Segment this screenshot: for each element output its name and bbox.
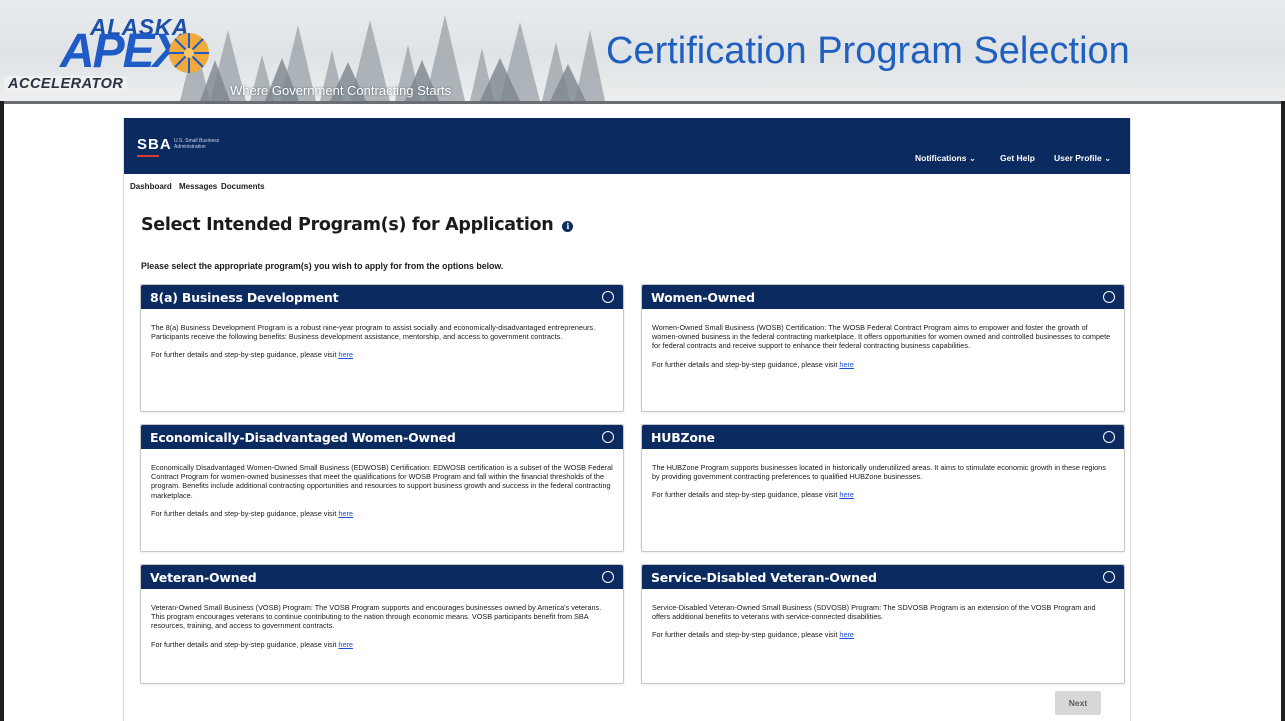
nav-documents[interactable]: Documents	[221, 182, 265, 191]
card-header: 8(a) Business Development	[141, 285, 623, 309]
program-card-wosb[interactable]: Women-Owned Women-Owned Small Business (…	[641, 284, 1125, 412]
card-description: Service-Disabled Veteran-Owned Small Bus…	[652, 603, 1096, 622]
card-description: The 8(a) Business Development Program is…	[151, 323, 596, 342]
user-profile-menu[interactable]: User Profile ⌄	[1054, 153, 1111, 164]
card-body: The 8(a) Business Development Program is…	[141, 309, 623, 359]
card-body: Economically Disadvantaged Women-Owned S…	[141, 449, 623, 518]
alaska-apex-accelerator-logo: ALASKA APEX ACCELERATOR	[0, 0, 215, 101]
page-heading: Select Intended Program(s) for Applicati…	[141, 215, 574, 235]
instructions-text: Please select the appropriate program(s)…	[141, 261, 504, 271]
card-link-line: For further details and step-by-step gui…	[151, 509, 613, 518]
here-link[interactable]: here	[338, 350, 353, 359]
link-prefix: For further details and step-by-step gui…	[151, 350, 337, 360]
sba-certify-screenshot: SBA U.S. Small Business Administration N…	[123, 118, 1131, 721]
nav-dashboard[interactable]: Dashboard	[130, 182, 172, 191]
frame-right-border	[1281, 101, 1285, 721]
card-title: Service-Disabled Veteran-Owned	[651, 570, 877, 585]
card-body: The HUBZone Program supports businesses …	[642, 449, 1124, 499]
card-title: Veteran-Owned	[150, 570, 257, 585]
banner-divider	[0, 101, 1285, 104]
card-body: Service-Disabled Veteran-Owned Small Bus…	[642, 589, 1124, 639]
card-link-line: For further details and step-by-step gui…	[652, 630, 1114, 639]
card-link-line: For further details and step-by-step gui…	[652, 490, 1114, 499]
program-radio-sdvosb[interactable]	[1103, 571, 1115, 583]
next-button[interactable]: Next	[1055, 691, 1101, 715]
card-body: Veteran-Owned Small Business (VOSB) Prog…	[141, 589, 623, 649]
program-radio-hubzone[interactable]	[1103, 431, 1115, 443]
sba-agency-name: U.S. Small Business Administration	[174, 138, 220, 150]
card-description: Women-Owned Small Business (WOSB) Certif…	[652, 323, 1111, 351]
slide-title: Certification Program Selection	[606, 30, 1130, 72]
card-description: The HUBZone Program supports businesses …	[652, 463, 1106, 482]
card-header: Women-Owned	[642, 285, 1124, 309]
card-description: Economically Disadvantaged Women-Owned S…	[151, 463, 613, 500]
program-card-sdvosb[interactable]: Service-Disabled Veteran-Owned Service-D…	[641, 564, 1125, 684]
get-help-link[interactable]: Get Help	[1000, 153, 1035, 163]
here-link[interactable]: here	[839, 360, 854, 369]
nav-messages[interactable]: Messages	[179, 182, 217, 191]
logo-accelerator-text: ACCELERATOR	[4, 76, 128, 92]
card-link-line: For further details and step-by-step gui…	[652, 360, 1114, 369]
program-radio-wosb[interactable]	[1103, 291, 1115, 303]
slide-tagline: Where Government Contracting Starts	[230, 83, 452, 98]
card-description: Veteran-Owned Small Business (VOSB) Prog…	[151, 603, 602, 631]
program-radio-vosb[interactable]	[602, 571, 614, 583]
card-header: Economically-Disadvantaged Women-Owned	[141, 425, 623, 449]
sba-header: SBA U.S. Small Business Administration N…	[124, 118, 1130, 174]
link-prefix: For further details and step-by-step gui…	[652, 490, 838, 500]
card-link-line: For further details and step-by-step gui…	[151, 640, 613, 649]
card-title: HUBZone	[651, 430, 715, 445]
here-link[interactable]: here	[338, 640, 353, 649]
card-link-line: For further details and step-by-step gui…	[151, 350, 613, 359]
here-link[interactable]: here	[839, 630, 854, 639]
link-prefix: For further details and step-by-step gui…	[151, 508, 337, 518]
card-title: 8(a) Business Development	[150, 290, 339, 305]
link-prefix: For further details and step-by-step gui…	[652, 630, 838, 640]
info-icon[interactable]: i	[562, 221, 574, 232]
card-header: Veteran-Owned	[141, 565, 623, 589]
sba-logo[interactable]: SBA	[137, 136, 172, 157]
page-heading-text: Select Intended Program(s) for Applicati…	[141, 215, 554, 235]
notifications-menu[interactable]: Notifications ⌄	[915, 153, 976, 164]
program-radio-edwosb[interactable]	[602, 431, 614, 443]
program-card-hubzone[interactable]: HUBZone The HUBZone Program supports bus…	[641, 424, 1125, 552]
here-link[interactable]: here	[839, 490, 854, 499]
link-prefix: For further details and step-by-step gui…	[652, 359, 838, 369]
card-body: Women-Owned Small Business (WOSB) Certif…	[642, 309, 1124, 369]
program-radio-8a[interactable]	[602, 291, 614, 303]
link-prefix: For further details and step-by-step gui…	[151, 639, 337, 649]
program-card-vosb[interactable]: Veteran-Owned Veteran-Owned Small Busine…	[140, 564, 624, 684]
card-header: Service-Disabled Veteran-Owned	[642, 565, 1124, 589]
card-title: Women-Owned	[651, 290, 755, 305]
card-title: Economically-Disadvantaged Women-Owned	[150, 430, 456, 445]
program-card-edwosb[interactable]: Economically-Disadvantaged Women-Owned E…	[140, 424, 624, 552]
frame-left-border	[0, 101, 4, 721]
here-link[interactable]: here	[338, 509, 353, 518]
card-header: HUBZone	[642, 425, 1124, 449]
sun-compass-icon	[169, 33, 209, 73]
program-card-8a[interactable]: 8(a) Business Development The 8(a) Busin…	[140, 284, 624, 412]
